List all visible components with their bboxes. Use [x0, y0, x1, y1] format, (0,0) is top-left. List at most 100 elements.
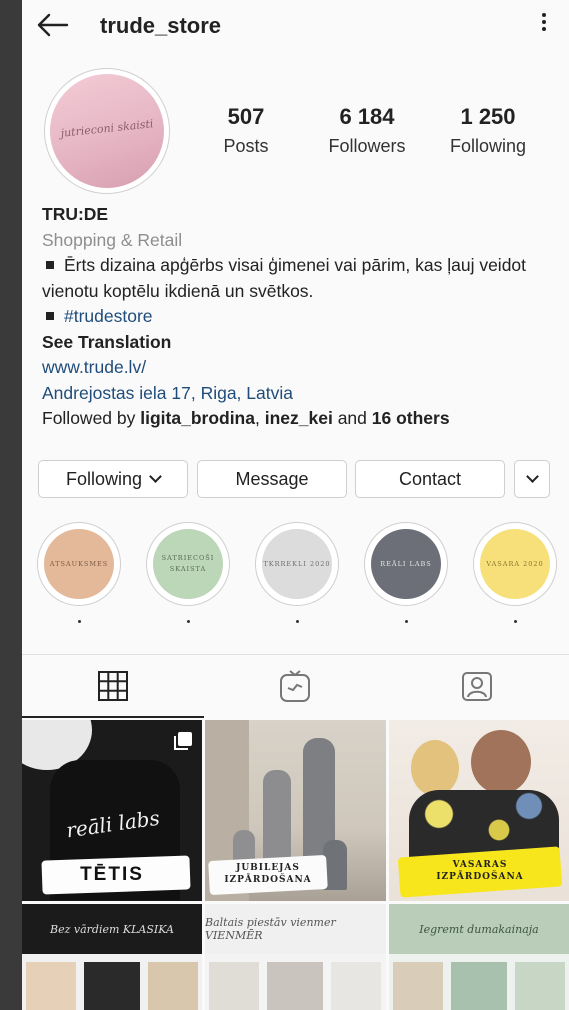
- post-title: VASARAS IZPĀRDOŠANA: [399, 859, 561, 883]
- tab-igtv[interactable]: [204, 655, 386, 717]
- contact-button-label: Contact: [398, 468, 462, 489]
- person-head: [471, 730, 531, 794]
- highlight-ring: ATSAUKSMES: [37, 522, 121, 606]
- followed-by-separator: ,: [254, 408, 265, 428]
- highlight-ring: REĀLI LABS: [364, 522, 448, 606]
- highlight-ring: TKRREKLI 2020: [255, 522, 339, 606]
- website-link[interactable]: www.trude.lv/: [42, 355, 552, 381]
- igtv-icon: [280, 670, 310, 702]
- back-arrow-icon[interactable]: [36, 12, 70, 38]
- avatar-shirt-print: jutrieconi skaisti: [60, 117, 154, 140]
- followers-count: 6 184: [339, 104, 395, 129]
- post-title: TĒTIS: [80, 864, 144, 885]
- highlight-cover: ATSAUKSMES: [44, 529, 114, 599]
- post-thumbnail[interactable]: Bez vārdiem KLASIKA: [22, 904, 202, 1010]
- following-count: 1 250: [460, 104, 516, 129]
- highlight-item[interactable]: ATSAUKSMES: [36, 522, 122, 623]
- profile-bio: TRU:DE Shopping & Retail Ērts dizaina ap…: [42, 202, 552, 432]
- bullet-square-icon: [46, 311, 54, 320]
- photo-thumb: [393, 962, 443, 1010]
- grid-icon: [98, 670, 128, 701]
- following-button[interactable]: Following: [38, 460, 188, 498]
- photo-thumb: [451, 962, 507, 1010]
- post-thumbnail[interactable]: Iegremt dumakainaja: [389, 904, 569, 1010]
- profile-avatar-ring[interactable]: jutrieconi skaisti: [44, 68, 170, 194]
- followers-label: Followers: [328, 136, 406, 156]
- contact-button[interactable]: Contact: [355, 460, 505, 498]
- highlight-ring: SATRIECOŠI SKAISTA: [146, 522, 230, 606]
- highlight-title-dot: [295, 620, 299, 623]
- address-link[interactable]: Andrejostas iela 17, Riga, Latvia: [42, 381, 552, 407]
- photo-thumb: [26, 962, 76, 1010]
- post-thumbnail[interactable]: reāli labs TĒTIS: [22, 720, 202, 901]
- profile-display-name: TRU:DE: [42, 204, 109, 224]
- message-button[interactable]: Message: [197, 460, 347, 498]
- tagged-person-icon: [462, 672, 492, 701]
- followed-by-user: ligita_brodina: [140, 408, 255, 428]
- profile-screen: trude_store jutrieconi skaisti 507 Posts…: [22, 0, 569, 1010]
- post-title-line: VASARAS: [452, 860, 508, 870]
- post-title: JUBILEJAS IZPĀRDOŠANA: [215, 862, 321, 886]
- photo-thumb: [209, 962, 259, 1010]
- profile-category: Shopping & Retail: [42, 229, 183, 250]
- followed-by-line[interactable]: Followed by ligita_brodina, inez_kei and…: [42, 406, 552, 432]
- posts-stat[interactable]: 507 Posts: [191, 104, 301, 157]
- posts-count: 507: [227, 104, 265, 129]
- bio-hashtag[interactable]: #trudestore: [64, 306, 153, 326]
- profile-username: trude_store: [100, 13, 222, 38]
- bio-description-text: Ērts dizaina apģērbs visai ģimenei vai p…: [42, 255, 527, 301]
- followed-by-others: 16 others: [371, 408, 450, 428]
- post-caption-strip: Iegremt dumakainaja: [389, 904, 569, 954]
- post-caption-strip: Baltais piestāv vienmer VIENMĒR: [205, 904, 386, 954]
- tab-tagged[interactable]: [386, 655, 568, 717]
- highlight-cover: TKRREKLI 2020: [262, 529, 332, 599]
- photo-thumb: [148, 962, 198, 1010]
- following-label: Following: [449, 136, 527, 156]
- post-thumbnail[interactable]: Baltais piestāv vienmer VIENMĒR: [205, 904, 386, 1010]
- followers-stat[interactable]: 6 184 Followers: [312, 104, 422, 157]
- bullet-square-icon: [46, 260, 54, 269]
- followed-by-user: inez_kei: [264, 408, 333, 428]
- highlight-title-dot: [404, 620, 408, 623]
- posts-label: Posts: [223, 136, 269, 156]
- child-head: [411, 740, 459, 796]
- profile-tabs: [22, 654, 569, 718]
- highlight-ring: VASARA 2020: [473, 522, 557, 606]
- highlight-cover: VASARA 2020: [480, 529, 550, 599]
- following-stat[interactable]: 1 250 Following: [433, 104, 543, 157]
- more-options-icon[interactable]: [539, 10, 549, 40]
- chevron-down-icon: [149, 470, 162, 483]
- following-button-label: Following: [65, 468, 143, 489]
- person-figure: [263, 770, 291, 870]
- post-thumbnail[interactable]: JUBILEJAS IZPĀRDOŠANA: [205, 720, 386, 901]
- avatar: jutrieconi skaisti: [50, 74, 164, 188]
- suggested-accounts-button[interactable]: [514, 460, 550, 498]
- highlight-item[interactable]: TKRREKLI 2020: [254, 522, 340, 623]
- highlight-title-dot: [77, 620, 81, 623]
- bio-hashtag-line: #trudestore: [42, 304, 552, 330]
- highlight-title-dot: [513, 620, 517, 623]
- photo-thumb: [331, 962, 381, 1010]
- followed-by-and: and: [332, 408, 372, 428]
- top-bar: trude_store: [22, 0, 569, 50]
- post-thumbnail[interactable]: VASARAS IZPĀRDOŠANA: [389, 720, 569, 901]
- highlight-item[interactable]: VASARA 2020: [472, 522, 558, 623]
- highlight-cover: SATRIECOŠI SKAISTA: [153, 529, 223, 599]
- post-caption-strip: Bez vārdiem KLASIKA: [22, 904, 202, 954]
- chevron-down-icon: [525, 470, 539, 483]
- post-title-line: IZPĀRDOŠANA: [436, 872, 524, 882]
- bio-description: Ērts dizaina apģērbs visai ģimenei vai p…: [42, 253, 552, 304]
- highlight-item[interactable]: SATRIECOŠI SKAISTA: [145, 522, 231, 623]
- photo-thumb: [84, 962, 140, 1010]
- tab-grid[interactable]: [22, 655, 204, 718]
- see-translation-link[interactable]: See Translation: [42, 330, 552, 356]
- photo-thumb: [515, 962, 565, 1010]
- post-title-line: JUBILEJAS: [236, 863, 300, 873]
- multiple-photos-icon: [174, 732, 192, 750]
- highlight-title-dot: [186, 620, 190, 623]
- followed-by-prefix: Followed by: [42, 408, 141, 428]
- highlight-cover: REĀLI LABS: [371, 529, 441, 599]
- post-title-line: IZPĀRDOŠANA: [224, 875, 312, 885]
- message-button-label: Message: [235, 468, 309, 489]
- highlight-item[interactable]: REĀLI LABS: [363, 522, 449, 623]
